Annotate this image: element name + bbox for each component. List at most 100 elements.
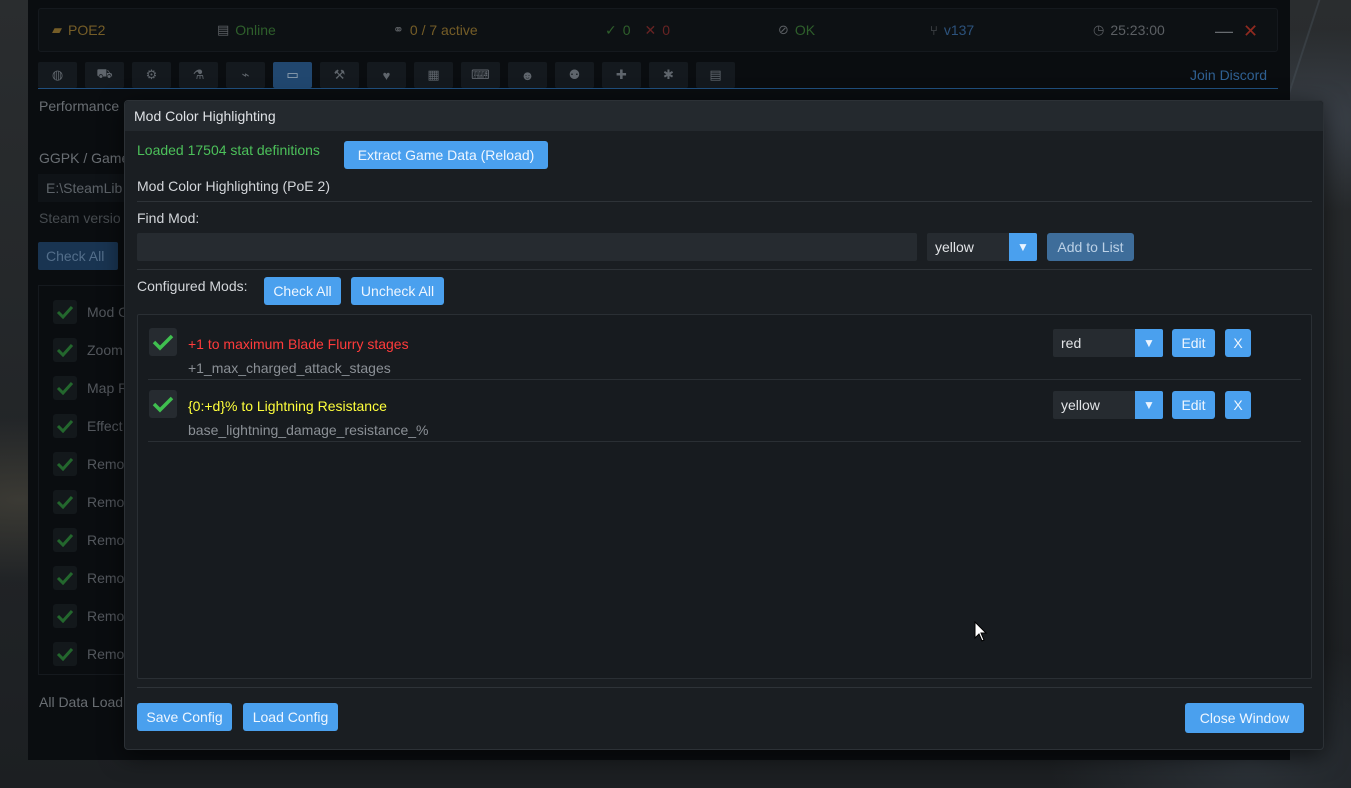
check-icon	[56, 457, 74, 471]
add-to-list-button[interactable]: Add to List	[1047, 233, 1134, 261]
mod-color-select[interactable]: yellow ▼	[1053, 391, 1163, 419]
feature-row[interactable]: Remo	[53, 490, 124, 514]
extract-game-data-button[interactable]: Extract Game Data (Reload)	[344, 141, 548, 169]
counts-status: ✓ 0 ✕ 0	[605, 22, 670, 39]
check-icon	[56, 609, 74, 623]
feature-label: Remo	[87, 532, 125, 548]
tab-hammer[interactable]: ⚒	[320, 62, 359, 88]
tab-map[interactable]: ▦	[414, 62, 453, 88]
status-bar: ▰ POE2 ▤ Online ⚭ 0 / 7 active ✓ 0 ✕ 0 ⊘…	[38, 8, 1278, 52]
check-icon: ✓	[605, 21, 617, 38]
tab-globe[interactable]: ◍	[38, 62, 77, 88]
puzzle-icon: ✚	[616, 67, 627, 82]
feature-checkbox[interactable]	[53, 300, 77, 324]
mod-color-value: red	[1061, 335, 1082, 351]
remove-mod-button[interactable]: X	[1225, 329, 1251, 357]
close-app-button[interactable]: ✕	[1243, 21, 1258, 42]
mod-name: +1 to maximum Blade Flurry stages	[188, 336, 409, 352]
close-window-button[interactable]: Close Window	[1185, 703, 1304, 733]
flask-icon: ⚗	[192, 67, 205, 82]
load-config-button[interactable]: Load Config	[243, 703, 338, 731]
tab-robot[interactable]: ⚉	[555, 62, 594, 88]
gamepad-icon: ▰	[52, 22, 62, 37]
remove-mod-button[interactable]: X	[1225, 391, 1251, 419]
check-icon	[56, 571, 74, 585]
robot-icon: ⚉	[568, 67, 581, 82]
feature-checkbox[interactable]	[53, 414, 77, 438]
feature-label: Mod C	[87, 304, 129, 320]
tab-user[interactable]: ☻	[508, 62, 547, 88]
edit-mod-button[interactable]: Edit	[1172, 329, 1215, 357]
handshake-icon: ⚭	[393, 22, 404, 37]
feature-checkbox[interactable]	[53, 604, 77, 628]
configured-mods-label: Configured Mods:	[137, 278, 248, 294]
feature-checkbox[interactable]	[53, 528, 77, 552]
bug-icon: ✱	[663, 67, 674, 82]
state-status: ⊘ OK	[778, 22, 815, 38]
map-icon: ▦	[427, 67, 440, 82]
tab-bug[interactable]: ✱	[649, 62, 688, 88]
mod-checkbox[interactable]	[149, 390, 177, 418]
monitor-icon: ▭	[286, 67, 299, 82]
feature-row[interactable]: Remo	[53, 566, 124, 590]
feature-row[interactable]: Remo	[53, 528, 124, 552]
connection-status: ▤ Online	[217, 22, 276, 38]
chevron-down-icon: ▼	[1135, 391, 1163, 419]
background-check-all-button[interactable]: Check All	[38, 242, 118, 270]
feature-checkbox[interactable]	[53, 376, 77, 400]
user-icon: ☻	[520, 67, 535, 83]
mouse-cursor-icon	[974, 621, 988, 642]
mod-color-select[interactable]: red ▼	[1053, 329, 1163, 357]
feature-row[interactable]: Remo	[53, 604, 124, 628]
find-color-select[interactable]: yellow ▼	[927, 233, 1037, 261]
err-count: 0	[662, 22, 671, 38]
tab-cart[interactable]: ⛟	[85, 62, 124, 88]
tab-heartbeat[interactable]: ♥	[367, 62, 406, 88]
minimize-button[interactable]: —	[1215, 21, 1233, 42]
join-discord-link[interactable]: Join Discord	[1190, 67, 1267, 83]
check-all-button[interactable]: Check All	[264, 277, 341, 305]
branch-icon: ⑂	[930, 22, 938, 38]
feature-label: Zoom	[87, 342, 123, 358]
gear-icon: ⚙	[145, 67, 158, 82]
tab-gear[interactable]: ⚙	[132, 62, 171, 88]
game-label: POE2	[68, 22, 106, 38]
tab-keyboard[interactable]: ⌨	[461, 62, 500, 88]
uncheck-all-button[interactable]: Uncheck All	[351, 277, 444, 305]
feature-row[interactable]: Map R	[53, 376, 128, 400]
check-icon	[152, 396, 174, 413]
feature-checkbox[interactable]	[53, 452, 77, 476]
feature-row[interactable]: Remo	[53, 452, 124, 476]
check-icon	[56, 647, 74, 661]
check-icon	[152, 334, 174, 351]
tab-puzzle[interactable]: ✚	[602, 62, 641, 88]
feature-row[interactable]: Remo	[53, 642, 124, 666]
active-status: ⚭ 0 / 7 active	[393, 22, 478, 38]
tab-monitor[interactable]: ▭	[273, 62, 312, 88]
tab-satellite[interactable]: ⌁	[226, 62, 265, 88]
ggpk-label: GGPK / Game	[39, 150, 130, 166]
mod-checkbox[interactable]	[149, 328, 177, 356]
feature-checkbox[interactable]	[53, 490, 77, 514]
calendar-icon: ▤	[217, 22, 230, 37]
tab-file[interactable]: ▤	[696, 62, 735, 88]
feature-checkbox[interactable]	[53, 566, 77, 590]
feature-row[interactable]: Mod C	[53, 300, 128, 324]
feature-checkbox[interactable]	[53, 642, 77, 666]
feature-row[interactable]: Zoom	[53, 338, 123, 362]
find-mod-input[interactable]	[137, 233, 917, 261]
tab-flask[interactable]: ⚗	[179, 62, 218, 88]
save-config-button[interactable]: Save Config	[137, 703, 232, 731]
feature-label: Remo	[87, 608, 125, 624]
check-icon	[56, 381, 74, 395]
check-icon	[56, 495, 74, 509]
mod-row: +1 to maximum Blade Flurry stages +1_max_…	[148, 318, 1301, 380]
find-color-value: yellow	[935, 239, 974, 255]
edit-mod-button[interactable]: Edit	[1172, 391, 1215, 419]
globe-icon: ◍	[51, 67, 64, 82]
feature-checkbox[interactable]	[53, 338, 77, 362]
feature-row[interactable]: Effect	[53, 414, 123, 438]
configured-mods-list: +1 to maximum Blade Flurry stages +1_max_…	[137, 314, 1312, 679]
ok-count: 0	[622, 22, 631, 38]
timer-label: 25:23:00	[1110, 22, 1165, 38]
